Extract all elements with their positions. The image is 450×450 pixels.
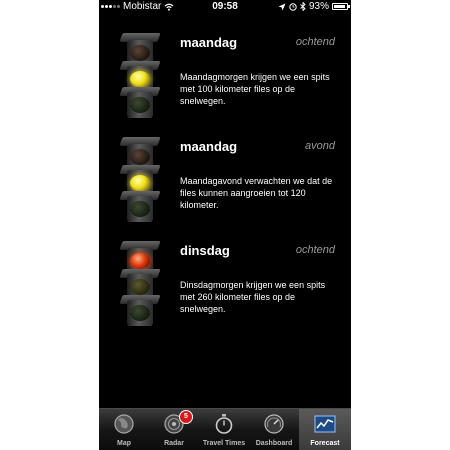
- forecast-period: ochtend: [295, 36, 335, 48]
- status-right: 93%: [278, 1, 350, 12]
- forecast-period: avond: [305, 140, 335, 152]
- forecast-day: maandag: [180, 139, 238, 154]
- stopwatch-icon: [215, 414, 233, 434]
- tab-forecast[interactable]: Forecast: [299, 409, 351, 450]
- status-bar: Mobistar 09:58 93%: [99, 0, 351, 14]
- speedometer-icon: [264, 414, 284, 434]
- alarm-icon: [289, 2, 297, 11]
- tab-label: Dashboard: [255, 440, 293, 447]
- tab-label: Map: [117, 440, 131, 447]
- forecast-item[interactable]: maandag avond Maandagavond verwachten we…: [99, 137, 351, 237]
- globe-icon: [114, 414, 134, 434]
- radar-badge: 5: [179, 410, 193, 424]
- tab-dashboard[interactable]: Dashboard: [249, 409, 299, 450]
- tab-radar[interactable]: 5 Radar: [149, 409, 199, 450]
- forecast-day: dinsdag: [180, 243, 230, 258]
- traffic-light-icon: [119, 137, 161, 227]
- tab-label: Forecast: [310, 440, 340, 447]
- battery-percent: 93%: [308, 1, 329, 12]
- forecast-description: Maandagmorgen krijgen we een spits met 1…: [180, 72, 330, 106]
- forecast-day: maandag: [180, 35, 238, 50]
- forecast-item[interactable]: dinsdag ochtend Dinsdagmorgen krijgen we…: [99, 241, 351, 341]
- tab-map[interactable]: Map: [99, 409, 149, 450]
- forecast-description: Maandagavond verwachten we dat de files …: [180, 176, 333, 210]
- forecast-item[interactable]: maandag ochtend Maandagmorgen krijgen we…: [99, 33, 351, 133]
- forecast-description: Dinsdagmorgen krijgen we een spits met 2…: [180, 280, 326, 314]
- phone-screen: Mobistar 09:58 93% maandag ochtend Maand…: [99, 0, 351, 450]
- tab-label: Radar: [164, 440, 184, 447]
- traffic-light-icon: [119, 241, 161, 331]
- tab-travel-times[interactable]: Travel Times: [199, 409, 249, 450]
- bluetooth-icon: [300, 2, 306, 11]
- location-arrow-icon: [278, 3, 286, 10]
- tab-label: Travel Times: [202, 440, 246, 447]
- chart-icon: [314, 415, 336, 433]
- tab-bar: Map 5 Radar Travel Times Dashboard Forec…: [99, 408, 351, 450]
- battery-icon: [332, 3, 350, 10]
- forecast-period: ochtend: [295, 244, 335, 256]
- traffic-light-icon: [119, 33, 161, 123]
